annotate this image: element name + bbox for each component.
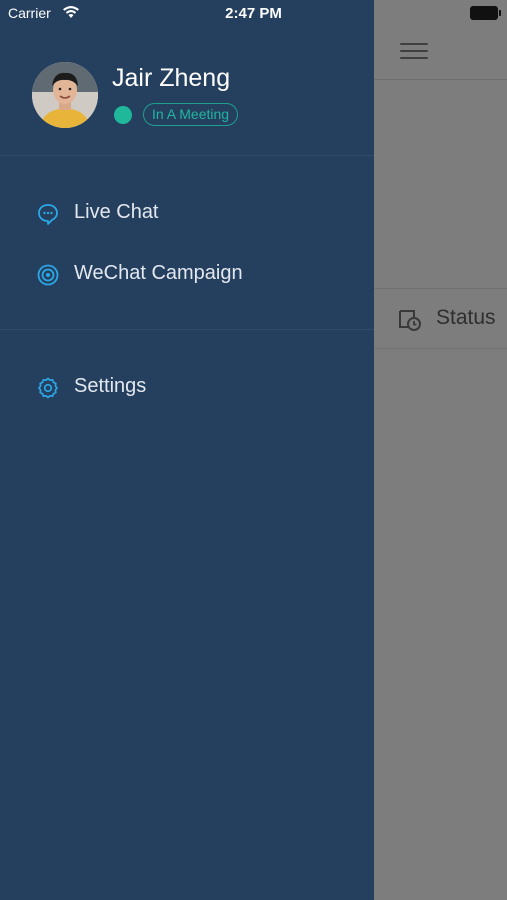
nav-label-wechat-campaign: WeChat Campaign — [74, 262, 243, 284]
presence-status-badge[interactable]: In A Meeting — [143, 103, 239, 126]
side-drawer: Jair Zheng In A Meeting Live Chat WeChat… — [0, 0, 374, 900]
profile-header: Jair Zheng In A Meeting — [0, 26, 374, 156]
status-clock-icon — [399, 310, 421, 331]
target-icon — [37, 264, 59, 286]
main-header — [374, 24, 507, 80]
status-bar: Carrier 2:47 PM — [0, 0, 507, 26]
user-avatar[interactable] — [32, 62, 98, 128]
battery-icon — [470, 6, 498, 20]
avatar-image — [32, 62, 98, 128]
nav-item-live-chat[interactable]: Live Chat — [0, 188, 374, 238]
clock-time: 2:47 PM — [225, 5, 282, 22]
hamburger-menu-icon[interactable] — [400, 40, 428, 62]
battery-tip — [499, 10, 501, 16]
nav-item-settings[interactable]: Settings — [0, 362, 374, 412]
presence-indicator — [114, 106, 132, 124]
primary-nav: Live Chat WeChat Campaign — [0, 156, 374, 330]
status-row[interactable]: Status — [374, 288, 507, 349]
gear-icon — [38, 377, 58, 399]
nav-item-wechat-campaign[interactable]: WeChat Campaign — [0, 249, 374, 299]
nav-label-settings: Settings — [74, 375, 147, 397]
user-name: Jair Zheng — [112, 64, 231, 92]
chat-bubble-icon — [38, 204, 58, 225]
status-label: Status — [436, 306, 496, 329]
nav-label-live-chat: Live Chat — [74, 201, 159, 223]
